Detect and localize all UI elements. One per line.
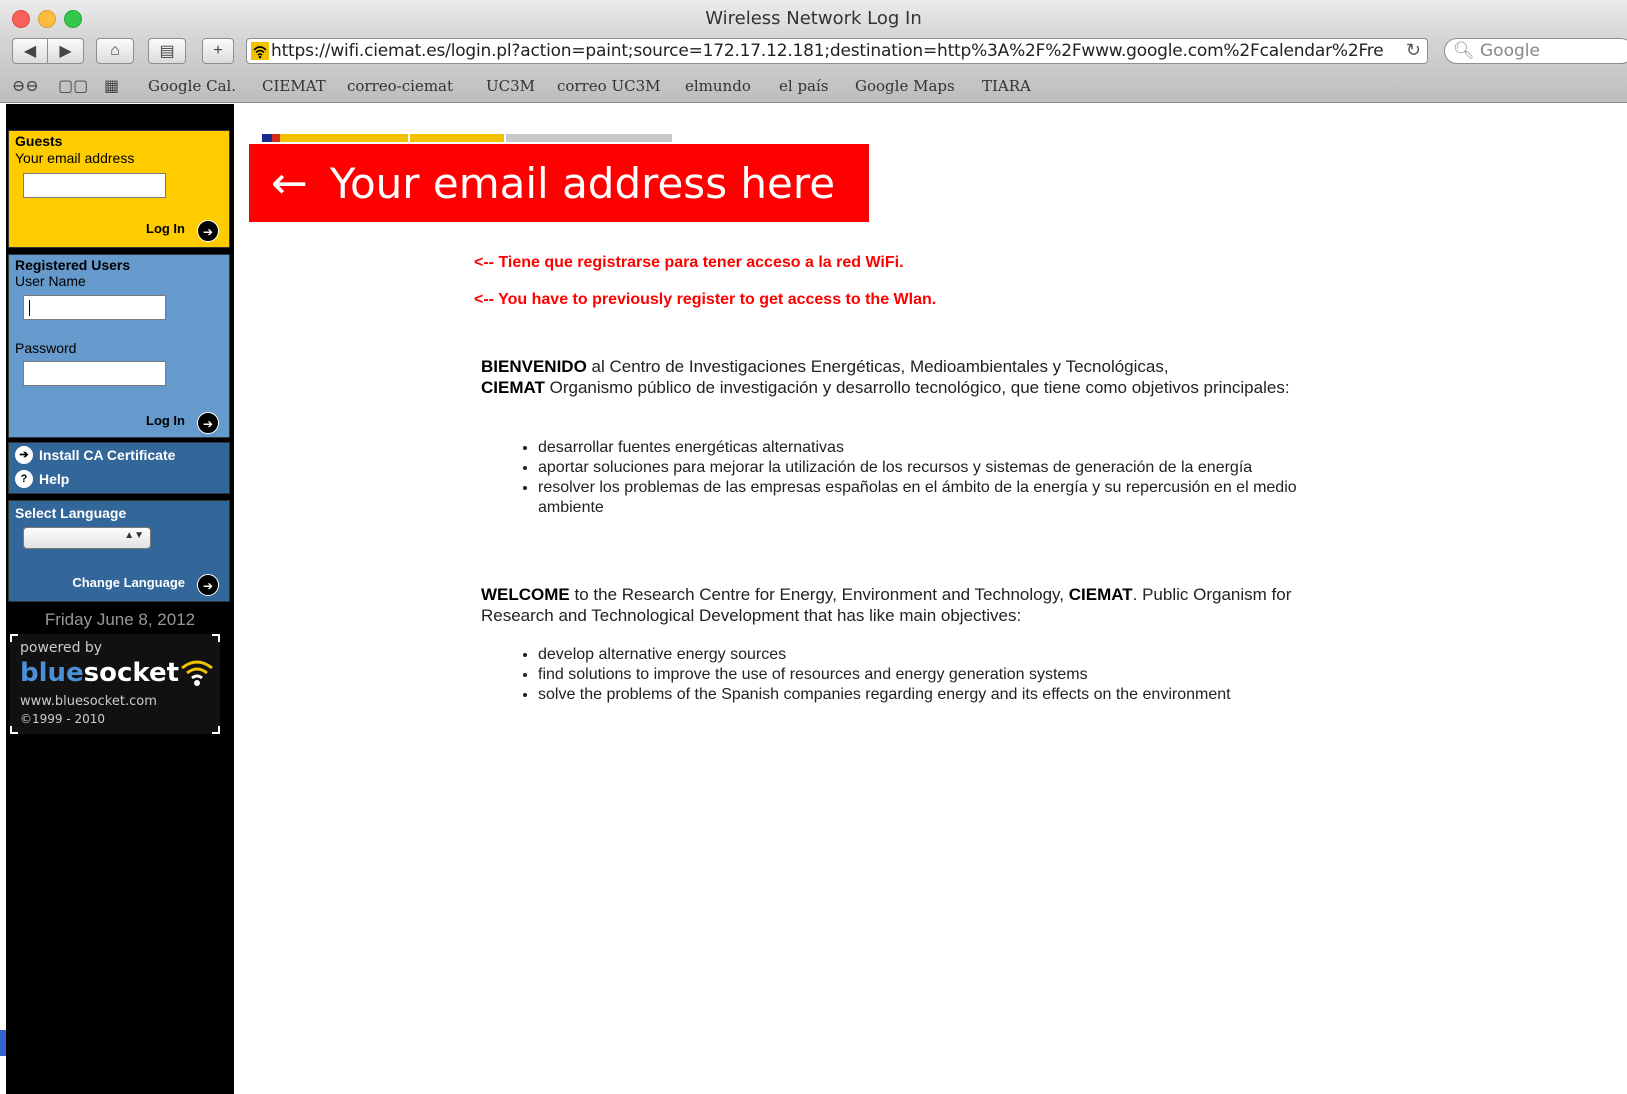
bookmark-google-maps[interactable]: Google Maps [855,77,955,95]
bookmark-el-pais[interactable]: el país [779,77,828,95]
login-sidebar: Guests Your email address Log In ➔ Regis… [6,104,234,1094]
bookmark-elmundo[interactable]: elmundo [685,77,751,95]
printer-icon: ▤ [159,43,175,60]
password-input[interactable] [23,361,166,386]
guest-login-arrow-icon[interactable]: ➔ [197,220,219,242]
bookmark-correo-uc3m[interactable]: correo UC3M [557,77,660,95]
language-panel: Select Language ▲▼ Change Language ➔ [8,500,230,602]
bluesocket-badge[interactable]: powered by bluesocket www.bluesocket.com… [10,634,220,734]
print-button[interactable]: ▤ [148,38,186,64]
list-item: desarrollar fuentes energéticas alternat… [538,438,1338,458]
welcome-es-paragraph: BIENVENIDO al Centro de Investigaciones … [481,357,1290,397]
plus-icon: + [213,42,223,59]
install-ca-link[interactable]: ➔ Install CA Certificate [15,446,175,464]
callout-text: Your email address here [329,158,836,208]
list-item: aportar soluciones para mejorar la utili… [538,458,1338,478]
list-item: find solutions to improve the use of res… [538,665,1338,685]
search-field[interactable]: 🔍︎ Google [1444,38,1627,64]
left-arrow-icon: ← [271,157,308,209]
address-bar[interactable]: https://wifi.ciemat.es/login.pl?action=p… [246,38,1428,64]
edge-fragment [0,1030,6,1056]
search-icon: 🔍︎ [1453,41,1475,61]
help-label: Help [39,471,70,487]
username-label: User Name [15,273,86,289]
password-label: Password [15,340,77,356]
bookmark-google-cal[interactable]: Google Cal. [148,77,236,95]
bluesocket-url: www.bluesocket.com [20,694,157,709]
registered-login-arrow-icon[interactable]: ➔ [197,412,219,434]
install-ca-label: Install CA Certificate [39,447,176,463]
question-circle-icon: ? [15,470,33,488]
change-language-label[interactable]: Change Language [72,575,185,590]
browser-toolbar: ◀ ▶ ⌂ ▤ + https://wifi.ciemat.es/login.p… [0,36,1627,70]
registered-title: Registered Users [15,257,131,273]
email-hint-callout: ← Your email address here [249,144,869,222]
language-select[interactable]: ▲▼ [23,527,151,549]
home-button[interactable]: ⌂ [96,38,134,64]
url-text: https://wifi.ciemat.es/login.pl?action=p… [271,41,1384,61]
help-link[interactable]: ? Help [15,470,69,488]
reading-list-icon[interactable]: ⊖⊖ [12,76,39,95]
objectives-en-list: develop alternative energy sources find … [520,645,1338,705]
back-button[interactable]: ◀ [12,38,48,64]
title-bar: Wireless Network Log In [0,0,1627,36]
top-sites-grid-icon[interactable]: ▦ [104,76,119,95]
bookmark-tiara[interactable]: TIARA [982,77,1031,95]
new-tab-button[interactable]: + [202,38,234,64]
username-input[interactable] [23,295,166,320]
search-placeholder: Google [1480,41,1540,61]
list-item: solve the problems of the Spanish compan… [538,685,1338,705]
registered-login-label[interactable]: Log In [146,413,185,428]
register-note-es: <-- Tiene que registrarse para tener acc… [474,254,904,271]
guests-panel: Guests Your email address Log In ➔ [8,130,230,248]
back-arrow-icon: ◀ [23,43,37,60]
current-date: Friday June 8, 2012 [44,610,196,629]
guest-email-input[interactable] [23,173,166,198]
list-item: resolver los problemas de las empresas e… [538,478,1338,518]
bookmarks-book-icon[interactable]: ▢▢ [58,76,88,95]
wifi-signal-icon [181,660,213,686]
email-label: Your email address [15,150,135,166]
links-panel: ➔ Install CA Certificate ? Help [8,442,230,494]
window-title: Wireless Network Log In [705,8,922,29]
bookmark-correo-ciemat[interactable]: correo-ciemat [347,77,453,95]
objectives-es-list: desarrollar fuentes energéticas alternat… [520,438,1338,518]
change-language-arrow-icon[interactable]: ➔ [197,574,219,596]
guests-title: Guests [15,133,63,149]
list-item: develop alternative energy sources [538,645,1338,665]
guest-login-label[interactable]: Log In [146,221,185,236]
updown-chevron-icon: ▲▼ [124,530,144,541]
select-language-title: Select Language [15,505,127,521]
arrow-circle-icon: ➔ [15,446,33,464]
registered-users-panel: Registered Users User Name Password Log … [8,254,230,438]
welcome-en-paragraph: WELCOME to the Research Centre for Energ… [481,585,1292,625]
bookmarks-bar: ⊖⊖ ▢▢ ▦ Google Cal. CIEMAT correo-ciemat… [0,70,1627,103]
wifi-favicon-icon [251,42,269,60]
bookmark-ciemat[interactable]: CIEMAT [262,77,326,95]
bookmark-uc3m[interactable]: UC3M [486,77,535,95]
bluesocket-logo: bluesocket [20,658,180,688]
powered-by-text: powered by [20,640,103,656]
copyright: ©1999 - 2010 [20,712,106,726]
home-icon: ⌂ [110,42,120,59]
text-caret [29,300,30,316]
forward-arrow-icon: ▶ [59,43,72,60]
forward-button[interactable]: ▶ [48,38,84,64]
register-note-en: <-- You have to previously register to g… [474,291,937,308]
reload-icon[interactable]: ↻ [1401,40,1421,61]
